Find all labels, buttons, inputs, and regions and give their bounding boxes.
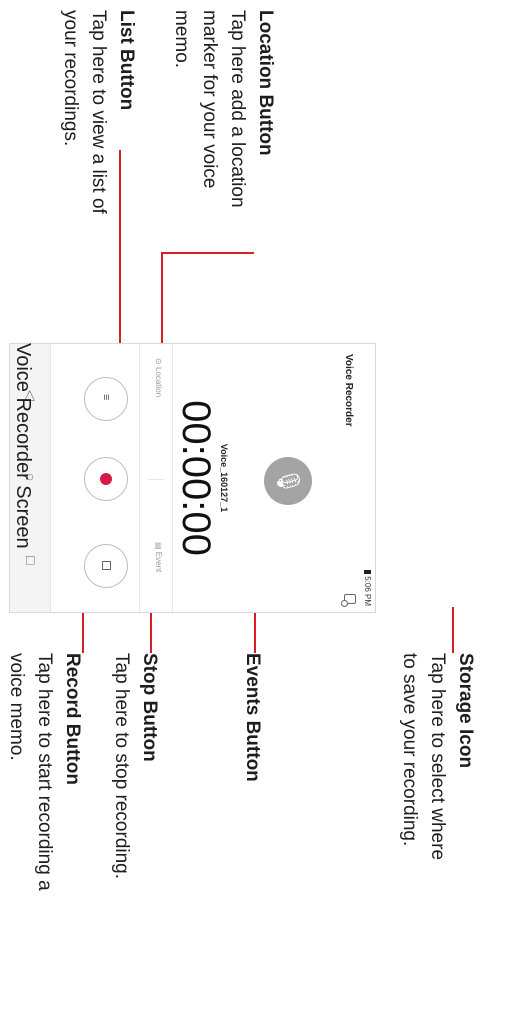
storage-icon[interactable] — [344, 594, 356, 604]
manual-page: Location Button Tap here add a location … — [0, 0, 516, 1020]
callout-title: List Button — [116, 10, 137, 111]
divider — [148, 479, 164, 480]
list-icon: ≡ — [100, 394, 112, 402]
battery-icon — [364, 570, 371, 574]
app-bar: Voice Recorder — [335, 344, 359, 612]
microphone-icon: 🎙 — [264, 457, 312, 505]
leader-line-location — [162, 252, 254, 254]
leader-line-storage — [452, 607, 454, 653]
callout-body: your recordings. — [60, 10, 81, 147]
callout-title: Stop Button — [139, 653, 160, 762]
location-icon: ⊙ — [154, 358, 163, 365]
location-button[interactable]: ⊙ Location — [154, 358, 163, 397]
record-icon — [100, 473, 112, 485]
status-bar: 5:06 PM — [359, 344, 375, 612]
calendar-icon: ▤ — [154, 542, 163, 550]
figure-caption: Voice Recorder Screen — [12, 343, 34, 549]
list-button[interactable]: ≡ — [84, 377, 128, 421]
callout-body: Tap here add a location — [227, 10, 248, 208]
callout-title: Storage Icon — [455, 653, 476, 769]
callout-title: Location Button — [255, 10, 276, 156]
callout-body: voice memo. — [6, 653, 27, 761]
callout-body: memo. — [171, 10, 192, 69]
callout-body: marker for your voice — [199, 10, 220, 189]
event-label: Event — [154, 551, 163, 573]
recent-apps-icon[interactable]: □ — [23, 556, 39, 564]
events-button[interactable]: ▤ Event — [154, 542, 163, 572]
callout-storage: Storage Icon Tap here to select where to… — [395, 653, 479, 860]
recording-filename: Voice_160127_1 — [219, 443, 229, 513]
callout-location: Location Button Tap here add a location … — [167, 10, 279, 208]
callout-stop: Stop Button Tap here to stop recording. — [107, 653, 163, 879]
callout-body: Tap here to stop recording. — [111, 653, 132, 880]
recording-timer: 00:00:00 — [174, 400, 218, 556]
callout-body: Tap here to select where — [427, 653, 448, 861]
callout-list: List Button Tap here to view a list of y… — [56, 10, 140, 214]
callout-title: Record Button — [62, 653, 83, 785]
callout-body: to save your recording. — [399, 653, 420, 847]
callout-events: Events Button — [238, 653, 266, 782]
status-time: 5:06 PM — [363, 576, 372, 606]
callout-title: Events Button — [242, 653, 263, 782]
callout-record: Record Button Tap here to start recordin… — [2, 653, 86, 891]
callout-body: Tap here to view a list of — [88, 10, 109, 214]
stop-icon — [102, 561, 111, 570]
location-label: Location — [154, 366, 163, 398]
callout-body: Tap here to start recording a — [34, 653, 55, 891]
record-button[interactable] — [84, 457, 128, 501]
app-title: Voice Recorder — [343, 354, 354, 427]
stop-button[interactable] — [84, 544, 128, 588]
phone-screen: 5:06 PM Voice Recorder 🎙 Voice_160127_1 … — [9, 343, 376, 613]
tag-row: ⊙ Location ▤ Event — [139, 344, 173, 612]
